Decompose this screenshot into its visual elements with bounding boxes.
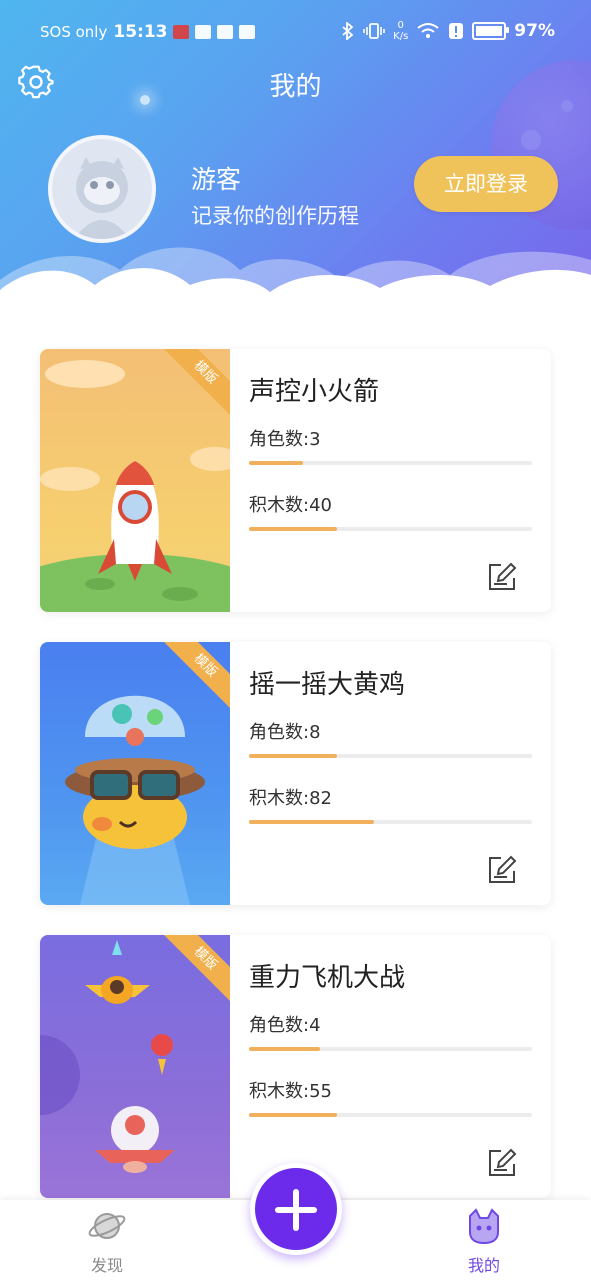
blocks-progress-bar [249, 527, 532, 531]
battery-percent: 97% [514, 21, 555, 41]
network-speed: 0 K/s [393, 20, 408, 42]
roles-progress-bar [249, 461, 532, 465]
project-title: 重力飞机大战 [249, 963, 406, 993]
roles-progress-fill [249, 461, 303, 465]
blocks-progress-fill [249, 820, 374, 824]
login-button[interactable]: 立即登录 [414, 156, 558, 212]
app-notification-icon [173, 25, 190, 39]
carrier-text: SOS only [40, 23, 108, 41]
blocks-count: 积木数:82 [249, 788, 332, 809]
blocks-progress-bar [249, 1113, 532, 1117]
project-card[interactable]: 模版 声控小火箭 角色数:3 积木数:40 [40, 349, 551, 612]
cat-profile-icon [469, 1208, 499, 1245]
roles-count: 角色数:4 [249, 1015, 321, 1036]
blocks-count: 积木数:55 [249, 1081, 332, 1102]
battery-icon [472, 22, 510, 40]
username: 游客 [191, 165, 242, 194]
roles-progress-bar [249, 754, 532, 758]
edit-icon[interactable] [487, 1148, 517, 1178]
nav-discover-label: 发现 [90, 1256, 123, 1275]
rocket-illustration [40, 360, 230, 612]
cloud-decoration [0, 247, 591, 340]
avatar[interactable] [48, 135, 156, 243]
clock: 15:13 [113, 22, 168, 42]
project-card[interactable]: 模版 重力飞机大战 角色数:4 积木数:55 [40, 935, 551, 1198]
project-card[interactable]: 模版 摇一摇大黄鸡 角色数:8 积木数:82 [40, 642, 551, 905]
roles-count: 角色数:8 [249, 722, 321, 743]
project-thumbnail: 模版 [40, 935, 230, 1198]
blocks-progress-fill [249, 1113, 337, 1117]
app-notification-icon [239, 25, 256, 39]
project-thumbnail: 模版 [40, 642, 230, 905]
planet-icon [88, 1213, 126, 1239]
edit-icon[interactable] [487, 562, 517, 592]
roles-progress-fill [249, 1047, 320, 1051]
nav-mine[interactable]: 我的 [434, 1206, 534, 1276]
add-project-button[interactable] [250, 1163, 342, 1255]
blocks-progress-bar [249, 820, 532, 824]
chicken-ufo-illustration [65, 695, 205, 905]
app-notification-icon [217, 25, 234, 39]
wifi-icon [417, 23, 439, 38]
network-speed-unit: K/s [393, 31, 409, 42]
project-title: 声控小火箭 [249, 377, 380, 407]
alert-icon [449, 23, 464, 39]
project-thumbnail: 模版 [40, 349, 230, 612]
edit-icon[interactable] [487, 855, 517, 885]
roles-count: 角色数:3 [249, 429, 321, 450]
airplane-battle-illustration [40, 940, 175, 1173]
network-speed-value: 0 [397, 20, 404, 31]
app-notification-icon [195, 25, 212, 39]
blocks-count: 积木数:40 [249, 495, 332, 516]
vibrate-icon [363, 23, 385, 39]
profile-subtitle: 记录你的创作历程 [191, 204, 359, 228]
bluetooth-icon [342, 22, 354, 40]
nav-mine-label: 我的 [467, 1256, 500, 1275]
roles-progress-fill [249, 754, 337, 758]
blocks-progress-fill [249, 527, 337, 531]
project-title: 摇一摇大黄鸡 [249, 670, 406, 700]
nav-discover[interactable]: 发现 [57, 1206, 157, 1276]
status-bar: SOS only 15:13 0 K/s 97% [0, 18, 591, 48]
page-title: 我的 [269, 72, 322, 102]
guest-avatar-icon [74, 157, 130, 239]
roles-progress-bar [249, 1047, 532, 1051]
